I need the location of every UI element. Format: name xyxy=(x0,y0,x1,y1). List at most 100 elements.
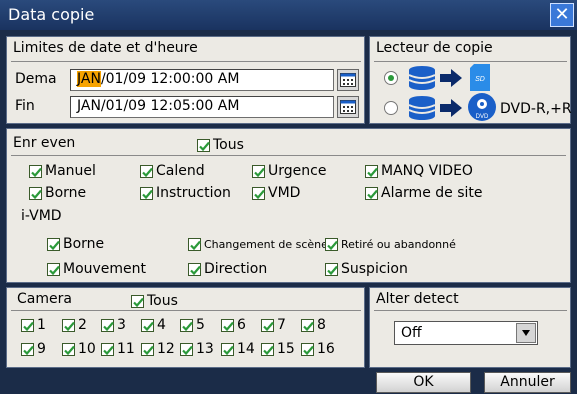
check-icon xyxy=(303,321,314,331)
start-month-selected[interactable]: JAN xyxy=(77,71,101,87)
camera-channel-label: 5 xyxy=(196,317,205,333)
ivmd-checkbox-suspicion[interactable]: Suspicion xyxy=(325,260,408,278)
start-datetime-rest: /01/09 12:00:00 AM xyxy=(100,71,240,87)
dvd-label: DVD xyxy=(476,114,489,120)
camera-channel-checkbox[interactable]: 2 xyxy=(62,316,87,334)
camera-channel-label: 16 xyxy=(317,341,335,357)
chevron-down-icon xyxy=(522,330,530,336)
check-icon xyxy=(142,167,153,177)
event-checkbox-site-alarm[interactable]: Alarme de site xyxy=(365,184,483,202)
ivmd-checkbox-motion[interactable]: Mouvement xyxy=(47,260,146,278)
camera-channel-label: 7 xyxy=(277,317,286,333)
check-icon xyxy=(31,167,42,177)
check-icon xyxy=(223,345,234,355)
camera-channel-label: 12 xyxy=(157,341,175,357)
end-label: Fin xyxy=(15,98,35,114)
drive-option-dvd-radio[interactable] xyxy=(384,101,398,115)
camera-channel-checkbox[interactable]: 3 xyxy=(101,316,126,334)
camera-channel-checkbox[interactable]: 9 xyxy=(21,340,46,358)
events-title: Enr even xyxy=(13,135,76,151)
check-icon xyxy=(190,265,201,275)
event-checkbox-manual[interactable]: Manuel xyxy=(29,162,96,180)
drive-option-sd-radio[interactable] xyxy=(384,71,398,85)
divider xyxy=(374,310,567,311)
camera-channel-label: 14 xyxy=(237,341,255,357)
check-icon xyxy=(143,345,154,355)
check-icon xyxy=(327,265,338,275)
camera-channel-label: 4 xyxy=(157,317,166,333)
camera-channel-label: 1 xyxy=(37,317,46,333)
camera-all-checkbox[interactable]: Tous xyxy=(131,292,178,310)
events-panel: Enr even Tous Manuel Calend Urgence MANQ… xyxy=(6,128,571,283)
calendar-icon xyxy=(340,100,356,114)
datetime-title: Limites de date et d'heure xyxy=(13,40,198,56)
camera-channel-label: 10 xyxy=(78,341,96,357)
camera-channel-checkbox[interactable]: 15 xyxy=(261,340,295,358)
camera-channel-checkbox[interactable]: 11 xyxy=(101,340,135,358)
camera-panel: Camera Tous 1 2 3 4 5 6 7 8 9 10 11 12 13 14 15 16 xyxy=(6,287,365,368)
camera-channel-checkbox[interactable]: 13 xyxy=(180,340,214,358)
ivmd-checkbox-scene-change[interactable]: Changement de scène xyxy=(188,235,328,253)
check-icon xyxy=(103,345,114,355)
event-checkbox-video-loss[interactable]: MANQ VIDEO xyxy=(365,162,473,180)
end-datetime-field[interactable]: JAN/01/09 12:05:00 AM xyxy=(70,96,334,118)
camera-channel-checkbox[interactable]: 6 xyxy=(221,316,246,334)
camera-channel-checkbox[interactable]: 16 xyxy=(301,340,335,358)
camera-channel-checkbox[interactable]: 10 xyxy=(62,340,96,358)
event-checkbox-terminal[interactable]: Borne xyxy=(29,184,86,202)
arrow-right-icon xyxy=(440,69,462,87)
event-checkbox-vmd[interactable]: VMD xyxy=(252,184,300,202)
event-checkbox-command[interactable]: Instruction xyxy=(140,184,231,202)
check-icon xyxy=(367,167,378,177)
calendar-icon xyxy=(340,73,356,87)
camera-channel-checkbox[interactable]: 1 xyxy=(21,316,46,334)
check-icon xyxy=(64,321,75,331)
event-checkbox-emergency[interactable]: Urgence xyxy=(252,162,326,180)
camera-channel-label: 15 xyxy=(277,341,295,357)
camera-channel-label: 13 xyxy=(196,341,214,357)
check-icon xyxy=(142,189,153,199)
start-calendar-button[interactable] xyxy=(337,69,359,91)
camera-channel-label: 11 xyxy=(117,341,135,357)
camera-channel-checkbox[interactable]: 5 xyxy=(180,316,205,334)
camera-channel-checkbox[interactable]: 12 xyxy=(141,340,175,358)
hdd-icon xyxy=(408,66,436,90)
start-datetime-field[interactable]: JAN/01/09 12:00:00 AM xyxy=(70,69,334,91)
event-checkbox-schedule[interactable]: Calend xyxy=(140,162,205,180)
check-icon xyxy=(303,345,314,355)
ok-button[interactable]: OK xyxy=(376,372,471,393)
check-icon xyxy=(64,345,75,355)
check-icon xyxy=(23,321,34,331)
sd-card-icon: SD xyxy=(470,64,490,91)
check-icon xyxy=(190,240,201,250)
ivmd-checkbox-terminal[interactable]: Borne xyxy=(47,235,104,253)
check-icon xyxy=(263,345,274,355)
end-calendar-button[interactable] xyxy=(337,96,359,118)
ivmd-checkbox-direction[interactable]: Direction xyxy=(188,260,267,278)
arrow-right-icon xyxy=(440,99,462,117)
camera-channel-label: 2 xyxy=(78,317,87,333)
window-title: Data copie xyxy=(8,5,95,24)
check-icon xyxy=(182,345,193,355)
alter-detect-select[interactable]: Off xyxy=(394,321,538,345)
check-icon xyxy=(254,189,265,199)
camera-channel-checkbox[interactable]: 14 xyxy=(221,340,255,358)
dropdown-button[interactable] xyxy=(516,323,536,343)
divider xyxy=(11,310,361,311)
check-icon xyxy=(103,321,114,331)
camera-channel-checkbox[interactable]: 4 xyxy=(141,316,166,334)
datetime-panel: Limites de date et d'heure Dema JAN/01/0… xyxy=(6,36,365,124)
cancel-button[interactable]: Annuler xyxy=(484,372,571,393)
ivmd-checkbox-removed-abandoned[interactable]: Retiré ou abandonné xyxy=(325,235,456,253)
check-icon xyxy=(49,240,60,250)
check-icon xyxy=(133,297,144,307)
camera-channel-checkbox[interactable]: 8 xyxy=(301,316,326,334)
close-button[interactable]: ✕ xyxy=(550,3,574,27)
drive-title: Lecteur de copie xyxy=(376,40,493,56)
camera-channel-checkbox[interactable]: 7 xyxy=(261,316,286,334)
events-all-checkbox[interactable]: Tous xyxy=(197,136,244,154)
check-icon xyxy=(254,167,265,177)
check-icon xyxy=(143,321,154,331)
hdd-icon xyxy=(408,96,436,120)
check-icon xyxy=(182,321,193,331)
